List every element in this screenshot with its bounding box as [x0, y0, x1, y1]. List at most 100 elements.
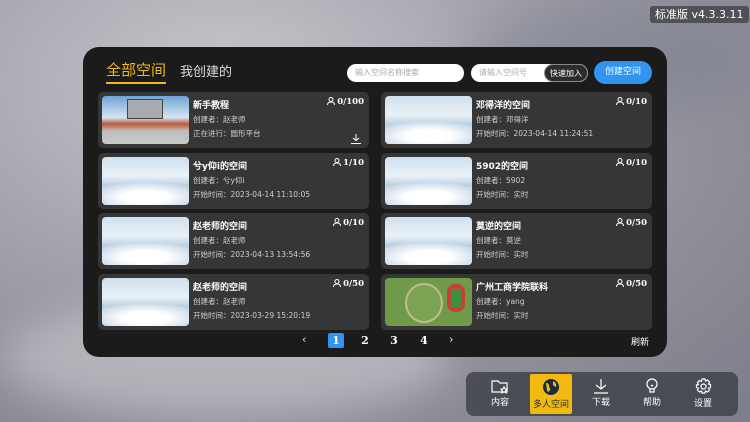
space-card[interactable]: 赵老师的空间 创建者：赵老师 开始时间：2023-04-13 13:54:56 …	[98, 213, 369, 269]
space-name: 广州工商学院联科	[476, 282, 549, 293]
member-count-text: 0/10	[626, 97, 647, 107]
space-name: 5902的空间	[476, 161, 529, 172]
space-thumbnail	[385, 96, 472, 144]
user-icon	[616, 157, 625, 166]
version-badge: 标准版 v4.3.3.11	[650, 6, 749, 23]
create-space-button[interactable]: 创建空间	[594, 61, 652, 84]
member-count: 0/50	[616, 218, 647, 228]
space-thumbnail	[102, 217, 189, 265]
space-search-input[interactable]: 输入空间名称搜索	[347, 64, 464, 82]
member-count: 1/10	[333, 157, 364, 168]
space-time: 开始时间：实时	[476, 250, 529, 259]
member-count-text: 0/10	[626, 157, 647, 168]
member-count-text: 1/10	[343, 157, 364, 168]
space-creator: 创建者：兮y仰i	[193, 175, 245, 185]
member-count: 0/50	[333, 278, 364, 289]
gear-icon	[695, 378, 711, 394]
member-count-text: 0/50	[626, 278, 647, 289]
member-count-text: 0/100	[337, 97, 364, 107]
member-count: 0/10	[333, 218, 364, 228]
space-card[interactable]: 莫逆的空间 创建者：莫逆 开始时间：实时 0/50	[381, 213, 652, 269]
map-oval	[405, 282, 443, 323]
user-icon	[616, 278, 625, 287]
dock-settings[interactable]: 设置	[682, 374, 724, 414]
dock-label: 设置	[693, 399, 712, 409]
space-card[interactable]: 广州工商学院联科 创建者：yang 开始时间：实时 0/50	[381, 273, 652, 330]
space-time: 开始时间：2023-04-14 11:10:05	[193, 189, 311, 199]
member-count: 0/10	[616, 157, 647, 168]
space-card[interactable]: 邓得洋的空间 创建者：邓得洋 开始时间：2023-04-14 11:24:51 …	[381, 92, 652, 148]
space-card[interactable]: 兮y仰i的空间 创建者：兮y仰i 开始时间：2023-04-14 11:10:0…	[98, 152, 369, 209]
space-name: 莫逆的空间	[476, 222, 522, 232]
bottom-dock: 内容 多人空间 下载 帮助 设置	[466, 372, 738, 416]
space-card[interactable]: 5902的空间 创建者：5902 开始时间：实时 0/10	[381, 152, 652, 209]
space-time: 开始时间：2023-04-14 11:24:51	[476, 129, 594, 138]
user-icon	[333, 278, 342, 287]
page-1[interactable]: 1	[328, 333, 344, 348]
space-thumbnail	[102, 277, 189, 326]
dock-label: 下载	[591, 398, 610, 408]
prev-page-button[interactable]: ‹	[302, 333, 306, 346]
user-icon	[616, 218, 625, 227]
space-creator: 创建者：邓得洋	[476, 115, 529, 124]
space-creator: 创建者：赵老师	[193, 236, 246, 245]
dock-multiplayer-space[interactable]: 多人空间	[530, 374, 572, 414]
user-icon	[616, 97, 625, 106]
space-thumbnail	[102, 156, 189, 205]
space-creator: 创建者：yang	[476, 296, 525, 306]
user-icon	[333, 218, 342, 227]
space-time: 正在进行：圆形平台	[193, 129, 261, 138]
lightbulb-icon	[646, 378, 658, 393]
space-time: 开始时间：实时	[476, 189, 529, 199]
space-number-placeholder: 请输入空间号	[479, 68, 527, 77]
space-time: 开始时间：2023-03-29 15:20:19	[193, 310, 311, 320]
member-count-text: 0/50	[626, 218, 647, 228]
folder-star-icon	[491, 380, 509, 394]
space-creator: 创建者：5902	[476, 175, 526, 185]
space-time: 开始时间：实时	[476, 310, 529, 320]
map-track	[447, 283, 465, 312]
space-time: 开始时间：2023-04-13 13:54:56	[193, 250, 311, 259]
space-thumbnail	[102, 96, 189, 144]
member-count: 0/10	[616, 97, 647, 107]
screen-shape	[127, 99, 163, 119]
page-4[interactable]: 4	[416, 333, 432, 348]
space-thumbnail	[385, 217, 472, 265]
user-icon	[333, 157, 342, 166]
space-card[interactable]: 新手教程 创建者：赵老师 正在进行：圆形平台 0/100	[98, 92, 369, 148]
page-3[interactable]: 3	[386, 333, 402, 348]
space-creator: 创建者：赵老师	[193, 296, 246, 306]
space-creator: 创建者：莫逆	[476, 236, 521, 245]
dock-download[interactable]: 下载	[580, 374, 622, 414]
next-page-button[interactable]: ›	[449, 333, 453, 346]
dock-label: 帮助	[642, 398, 661, 408]
dock-content[interactable]: 内容	[479, 374, 521, 414]
space-name: 邓得洋的空间	[476, 101, 531, 111]
member-count: 0/50	[616, 278, 647, 289]
member-count: 0/100	[327, 97, 364, 107]
member-count-text: 0/10	[343, 218, 364, 228]
dock-label: 内容	[490, 398, 509, 408]
space-name: 赵老师的空间	[193, 282, 248, 293]
space-name: 兮y仰i的空间	[193, 161, 247, 172]
dock-label: 多人空间	[532, 400, 569, 410]
refresh-button[interactable]: 刷新	[631, 335, 649, 348]
globe-icon	[543, 379, 559, 395]
tab-my-created[interactable]: 我创建的	[180, 61, 232, 80]
member-count-text: 0/50	[343, 278, 364, 289]
space-creator: 创建者：赵老师	[193, 115, 246, 124]
download-icon	[594, 379, 608, 394]
space-card[interactable]: 赵老师的空间 创建者：赵老师 开始时间：2023-03-29 15:20:19 …	[98, 273, 369, 330]
space-name: 新手教程	[193, 101, 230, 111]
download-icon[interactable]	[351, 134, 361, 144]
page-2[interactable]: 2	[357, 333, 373, 348]
user-icon	[327, 97, 336, 106]
tab-all-spaces[interactable]: 全部空间	[106, 59, 167, 84]
spaces-panel: 全部空间 我创建的 输入空间名称搜索 请输入空间号 快速加入 创建空间 新手教程…	[83, 47, 667, 357]
quick-join-button[interactable]: 快速加入	[544, 64, 588, 82]
space-thumbnail	[385, 156, 472, 205]
space-thumbnail	[385, 277, 472, 326]
dock-help[interactable]: 帮助	[631, 374, 673, 414]
space-number-input[interactable]: 请输入空间号 快速加入	[471, 64, 588, 82]
space-name: 赵老师的空间	[193, 222, 248, 232]
